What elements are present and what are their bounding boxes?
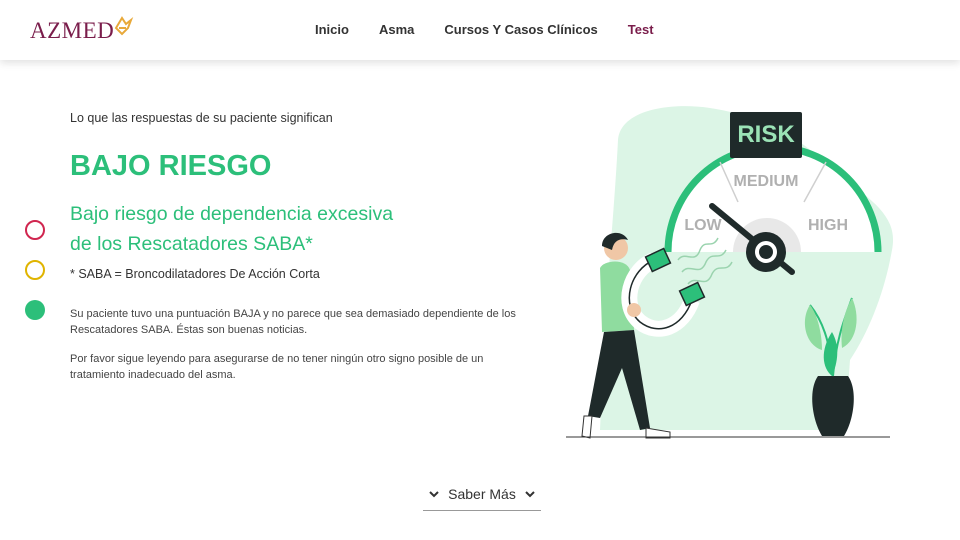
subtitle-line-2: de los Rescatadores SABA* [70,233,313,255]
main-nav: Inicio Asma Cursos Y Casos Clínicos Test [315,22,684,37]
risk-dot-medium [25,260,45,280]
nav-inicio[interactable]: Inicio [315,22,349,37]
risk-gauge-illustration: RISK MEDIUM LOW HIGH [566,106,894,439]
page-title: BAJO RIESGO [70,150,272,182]
gauge-label-high: HIGH [808,217,848,234]
subtitle-line-1: Bajo riesgo de dependencia excesiva [70,203,394,225]
chevron-down-icon [525,491,535,498]
nav-test[interactable]: Test [628,22,654,37]
gauge-label-low: LOW [684,217,722,234]
subtitle: Bajo riesgo de dependencia excesiva de l… [70,199,490,259]
logo-text: AZMED [30,18,115,43]
person-hand [627,303,641,317]
person-shoe-left [581,415,593,439]
site-header: AZMED Inicio Asma Cursos Y Casos Clínico… [0,0,960,60]
chevron-down-icon [429,491,439,498]
nav-cursos[interactable]: Cursos Y Casos Clínicos [444,22,597,37]
result-paragraph: Su paciente tuvo una puntuación BAJA y n… [70,308,516,336]
risk-dot-low [25,300,45,320]
gauge-hub-center [759,245,773,259]
plant-vase [812,376,854,436]
gauge-label-medium: MEDIUM [734,173,799,190]
logo-mark-icon [115,16,134,36]
saber-mas-button[interactable]: Saber Más [423,478,541,511]
saber-mas-label: Saber Más [448,486,516,502]
nav-asma[interactable]: Asma [379,22,414,37]
intro-text: Lo que las respuestas de su paciente sig… [70,111,333,125]
advice-paragraph: Por favor sigue leyendo para asegurarse … [70,353,484,381]
risk-dot-high [25,220,45,240]
saba-footnote: * SABA = Broncodilatadores De Acción Cor… [70,267,320,281]
risk-title: RISK [737,121,795,148]
logo[interactable]: AZMED [30,15,134,47]
